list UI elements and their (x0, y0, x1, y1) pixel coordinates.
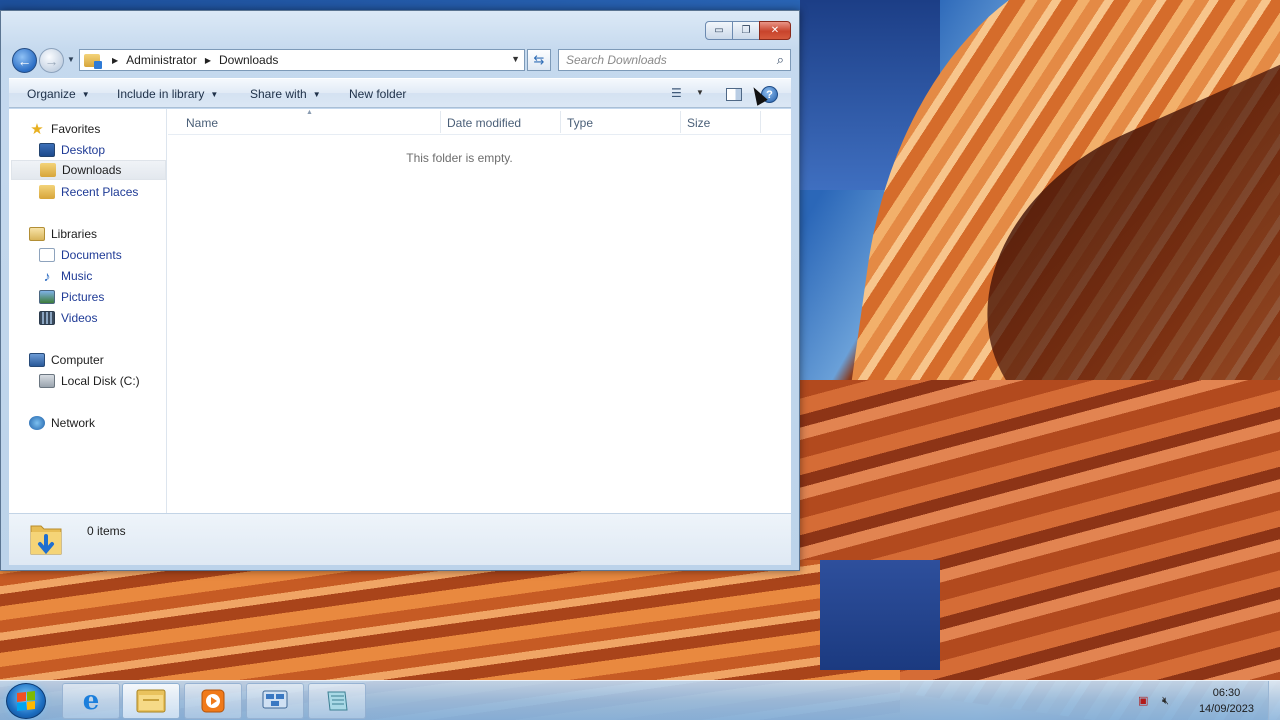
documents-icon (39, 248, 55, 262)
search-icon[interactable]: ⌕ (777, 52, 784, 68)
start-button[interactable] (6, 683, 46, 719)
file-explorer-icon (136, 689, 166, 713)
volume-muted-icon[interactable]: 🔇︎ (1162, 695, 1176, 707)
taskbar-notepad[interactable] (308, 683, 366, 719)
desktop-icon (39, 143, 55, 157)
taskbar-media-player[interactable] (184, 683, 242, 719)
forward-button[interactable]: → (39, 48, 64, 73)
nav-desktop[interactable]: Desktop (39, 140, 105, 160)
include-in-library-button[interactable]: Include in library ▼ (117, 87, 218, 101)
refresh-icon: ⇆ (533, 52, 545, 67)
clock-time: 06:30 (1212, 687, 1241, 699)
organize-button[interactable]: Organize ▼ (27, 87, 90, 101)
command-bar: Organize ▼ Include in library ▼ Share with… (9, 78, 791, 108)
empty-folder-message: This folder is empty. (406, 151, 513, 165)
nav-documents[interactable]: Documents (39, 245, 122, 265)
sort-ascending-icon: ▲ (306, 109, 313, 116)
share-with-button[interactable]: Share with ▼ (250, 87, 321, 101)
search-placeholder: Search Downloads (566, 53, 667, 67)
pictures-icon (39, 290, 55, 304)
show-desktop-button[interactable] (1268, 681, 1280, 720)
column-size[interactable]: Size (687, 116, 710, 130)
hard-drive-icon (39, 374, 55, 388)
maximize-button[interactable]: ❐ (732, 21, 760, 40)
nav-network[interactable]: Network (29, 413, 95, 433)
network-disconnected-icon[interactable]: ▣ (1138, 695, 1152, 707)
column-headers: ▲ Name Date modified Type Size (168, 109, 791, 135)
arrow-left-icon: ← (17, 52, 32, 69)
taskbar-network-manager[interactable] (246, 683, 304, 719)
nav-computer[interactable]: Computer (29, 350, 104, 370)
taskbar-internet-explorer[interactable]: e (62, 683, 120, 719)
nav-music[interactable]: ♪ Music (39, 266, 93, 286)
explorer-window: ▭ ❐ ✕ ← → ▼ ▶ Administrator ▶ Downloads … (0, 10, 800, 571)
taskbar-file-explorer[interactable] (122, 683, 180, 719)
recent-pages-dropdown[interactable]: ▼ (67, 55, 75, 64)
breadcrumb-administrator[interactable]: Administrator (126, 53, 197, 67)
minimize-button[interactable]: ▭ (705, 21, 733, 40)
media-player-icon (201, 689, 225, 713)
system-tray: ▣ 🔇︎ 06:30 14/09/2023 (1130, 681, 1280, 720)
computer-icon (29, 353, 45, 367)
nav-libraries[interactable]: Libraries (29, 224, 97, 244)
recent-places-icon (39, 185, 55, 199)
search-input[interactable]: Search Downloads ⌕ (558, 49, 791, 71)
downloads-folder-icon (84, 53, 102, 69)
videos-icon (39, 311, 55, 325)
network-manager-icon (262, 690, 288, 709)
nav-favorites[interactable]: ★ Favorites (29, 119, 100, 139)
column-name[interactable]: Name (186, 116, 218, 130)
details-pane: 0 items (9, 513, 791, 565)
nav-videos[interactable]: Videos (39, 308, 97, 328)
view-options-dropdown[interactable]: ▼ (696, 88, 704, 97)
title-bar[interactable]: ▭ ❐ ✕ (1, 11, 799, 47)
chevron-down-icon: ▼ (81, 90, 90, 99)
windows-logo-icon (17, 691, 35, 711)
music-note-icon: ♪ (43, 268, 51, 284)
explorer-body: ★ Favorites Desktop Downloads Recent Pla… (9, 109, 791, 513)
star-icon: ★ (30, 121, 44, 138)
arrow-right-icon: → (44, 52, 59, 69)
breadcrumb-separator-icon[interactable]: ▶ (112, 56, 118, 65)
new-folder-button[interactable]: New folder (349, 87, 406, 101)
downloads-icon (40, 163, 56, 177)
column-type[interactable]: Type (567, 116, 593, 130)
change-view-icon[interactable]: ☰ (671, 87, 687, 99)
item-count: 0 items (87, 524, 126, 538)
clock[interactable]: 06:30 14/09/2023 (1199, 685, 1254, 717)
refresh-button[interactable]: ⇆ (527, 49, 551, 71)
breadcrumb-downloads[interactable]: Downloads (219, 53, 278, 67)
file-list: ▲ Name Date modified Type Size This fold… (168, 109, 791, 513)
chevron-down-icon: ▼ (312, 90, 321, 99)
navigation-pane: ★ Favorites Desktop Downloads Recent Pla… (9, 109, 167, 513)
nav-recent-places[interactable]: Recent Places (39, 182, 138, 202)
close-button[interactable]: ✕ (759, 21, 791, 40)
nav-downloads[interactable]: Downloads (11, 160, 166, 180)
internet-explorer-icon: e (82, 686, 100, 716)
breadcrumb-separator-icon[interactable]: ▶ (205, 56, 211, 65)
address-bar[interactable]: ▶ Administrator ▶ Downloads ▼ (79, 49, 525, 71)
network-icon (29, 416, 45, 430)
downloads-folder-large-icon (30, 525, 62, 555)
navigation-bar: ← → ▼ ▶ Administrator ▶ Downloads ▼ ⇆ Se… (9, 47, 791, 75)
notepad-icon (327, 691, 348, 711)
back-button[interactable]: ← (12, 48, 37, 73)
preview-pane-icon[interactable] (726, 88, 742, 101)
libraries-icon (29, 227, 45, 241)
column-date-modified[interactable]: Date modified (447, 116, 521, 130)
nav-local-disk[interactable]: Local Disk (C:) (39, 371, 140, 391)
nav-pictures[interactable]: Pictures (39, 287, 104, 307)
taskbar: e ▣ 🔇︎ 06:30 14/09/2023 (0, 680, 1280, 720)
address-history-dropdown[interactable]: ▼ (511, 54, 520, 64)
chevron-down-icon: ▼ (210, 90, 219, 99)
clock-date: 14/09/2023 (1198, 703, 1254, 715)
window-controls: ▭ ❐ ✕ (705, 21, 791, 40)
